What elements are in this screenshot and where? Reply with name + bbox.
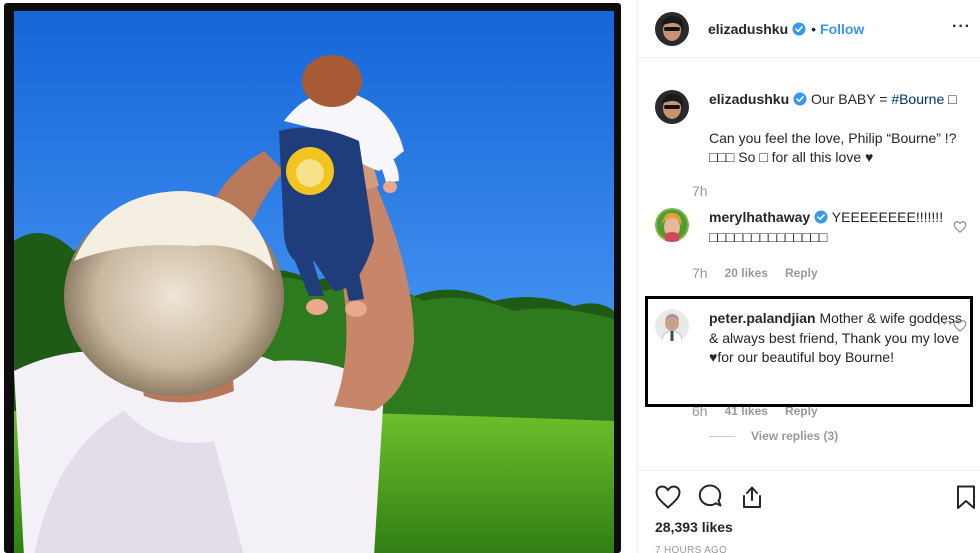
share-icon[interactable] xyxy=(738,483,766,511)
header-separator: • xyxy=(811,20,817,37)
comment-icon[interactable] xyxy=(696,483,724,511)
author-username[interactable]: elizadushku xyxy=(708,21,788,37)
photo-frame xyxy=(4,3,621,553)
follow-button[interactable]: Follow xyxy=(820,21,864,37)
verified-badge-icon xyxy=(792,22,806,36)
caption-time[interactable]: 7h xyxy=(692,183,708,199)
view-replies-button[interactable]: View replies (3) xyxy=(709,429,838,443)
heart-icon[interactable] xyxy=(654,483,682,511)
comment-time[interactable]: 7h xyxy=(692,265,708,281)
caption-text: elizadushku Our BABY = #Bourne □ Can you… xyxy=(709,90,964,168)
comment-avatar[interactable] xyxy=(655,208,689,242)
comment-likes[interactable]: 20 likes xyxy=(725,266,768,280)
comment-highlight-box xyxy=(645,296,973,407)
likes-count[interactable]: 28,393 likes xyxy=(655,519,733,535)
caption-avatar-image xyxy=(655,90,689,124)
verified-badge-icon xyxy=(793,92,807,106)
post-photo-illustration xyxy=(14,11,614,553)
caption-text-suffix: □ xyxy=(944,91,957,107)
replies-divider xyxy=(709,435,735,437)
view-replies-label: View replies (3) xyxy=(751,429,839,443)
post-details-panel: elizadushku • Follow ··· elizadushku Our… xyxy=(637,0,980,553)
comment-meta: 7h 20 likes Reply xyxy=(692,265,818,281)
post-header: elizadushku • Follow ··· xyxy=(638,0,980,58)
caption-avatar[interactable] xyxy=(655,90,689,124)
bookmark-icon[interactable] xyxy=(952,483,980,511)
author-avatar[interactable] xyxy=(655,11,689,46)
caption-body: Can you feel the love, Philip “Bourne” !… xyxy=(709,129,957,166)
comment-item: merylhathaway YEEEEEEEE!!!!!!! □□□□□□□□□… xyxy=(655,208,975,268)
verified-badge-icon xyxy=(814,210,828,224)
caption-username[interactable]: elizadushku xyxy=(709,91,789,107)
caption-text-prefix: Our BABY = xyxy=(807,91,892,107)
comment-avatar-image xyxy=(655,208,689,242)
post-timestamp[interactable]: 7 HOURS AGO xyxy=(655,545,727,553)
caption-meta: 7h xyxy=(692,183,708,199)
comment-username[interactable]: merylhathaway xyxy=(709,209,810,225)
heart-icon[interactable] xyxy=(953,220,967,234)
post-photo-panel xyxy=(0,0,637,553)
more-options-icon[interactable]: ··· xyxy=(952,18,971,36)
author-avatar-image xyxy=(655,11,689,46)
reply-button[interactable]: Reply xyxy=(785,266,818,280)
comment-text: merylhathaway YEEEEEEEE!!!!!!! □□□□□□□□□… xyxy=(709,208,964,247)
post-action-bar: 28,393 likes 7 HOURS AGO xyxy=(638,470,980,553)
post-photo[interactable] xyxy=(14,11,614,553)
caption-hashtag[interactable]: #Bourne xyxy=(891,91,944,107)
